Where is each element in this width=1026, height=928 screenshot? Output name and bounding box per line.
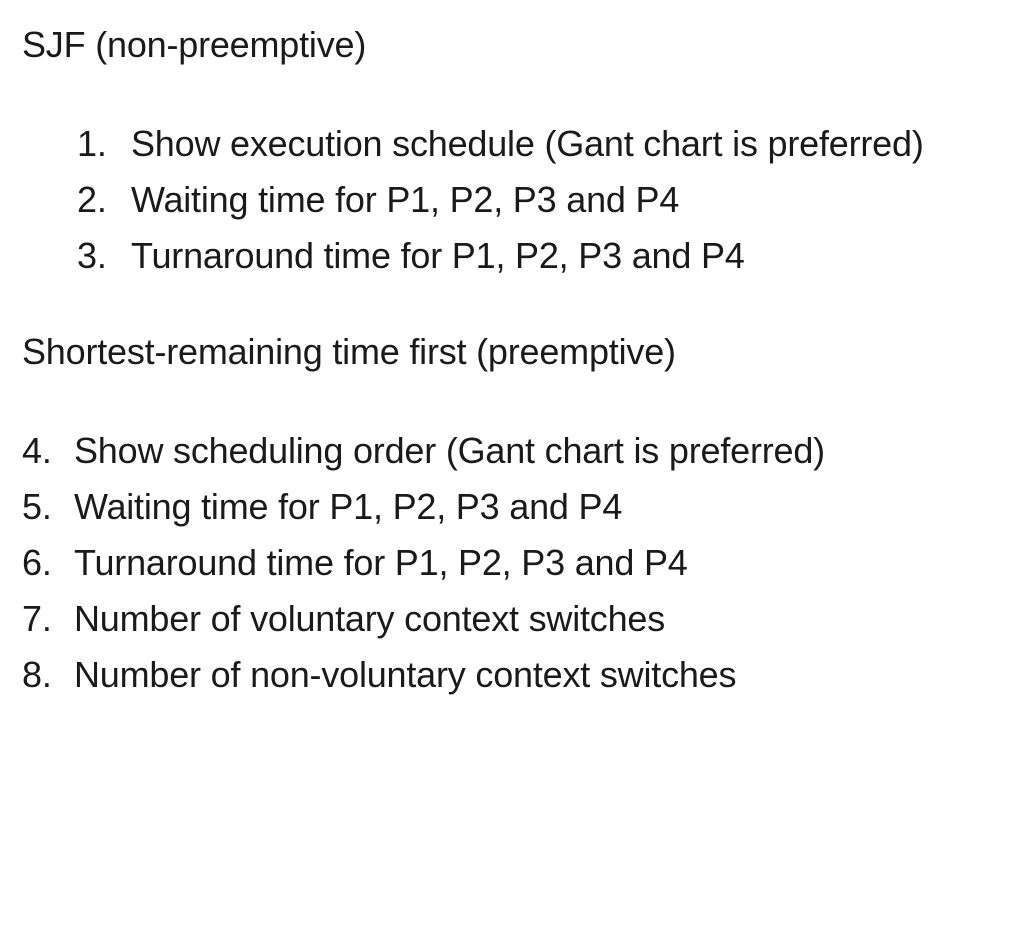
list-item: Turnaround time for P1, P2, P3 and P4 [77, 228, 1004, 284]
list-item: Waiting time for P1, P2, P3 and P4 [77, 172, 1004, 228]
list-item: Number of non-voluntary context switches [22, 647, 1004, 703]
ordered-list-srtf: Show scheduling order (Gant chart is pre… [22, 423, 1004, 702]
list-item: Show scheduling order (Gant chart is pre… [22, 423, 1004, 479]
list-item: Turnaround time for P1, P2, P3 and P4 [22, 535, 1004, 591]
ordered-list-sjf: Show execution schedule (Gant chart is p… [22, 116, 1004, 283]
section-heading-sjf: SJF (non-preemptive) [22, 24, 1004, 66]
list-item: Show execution schedule (Gant chart is p… [77, 116, 1004, 172]
list-item: Number of voluntary context switches [22, 591, 1004, 647]
list-item: Waiting time for P1, P2, P3 and P4 [22, 479, 1004, 535]
section-heading-srtf: Shortest-remaining time first (preemptiv… [22, 331, 1004, 373]
